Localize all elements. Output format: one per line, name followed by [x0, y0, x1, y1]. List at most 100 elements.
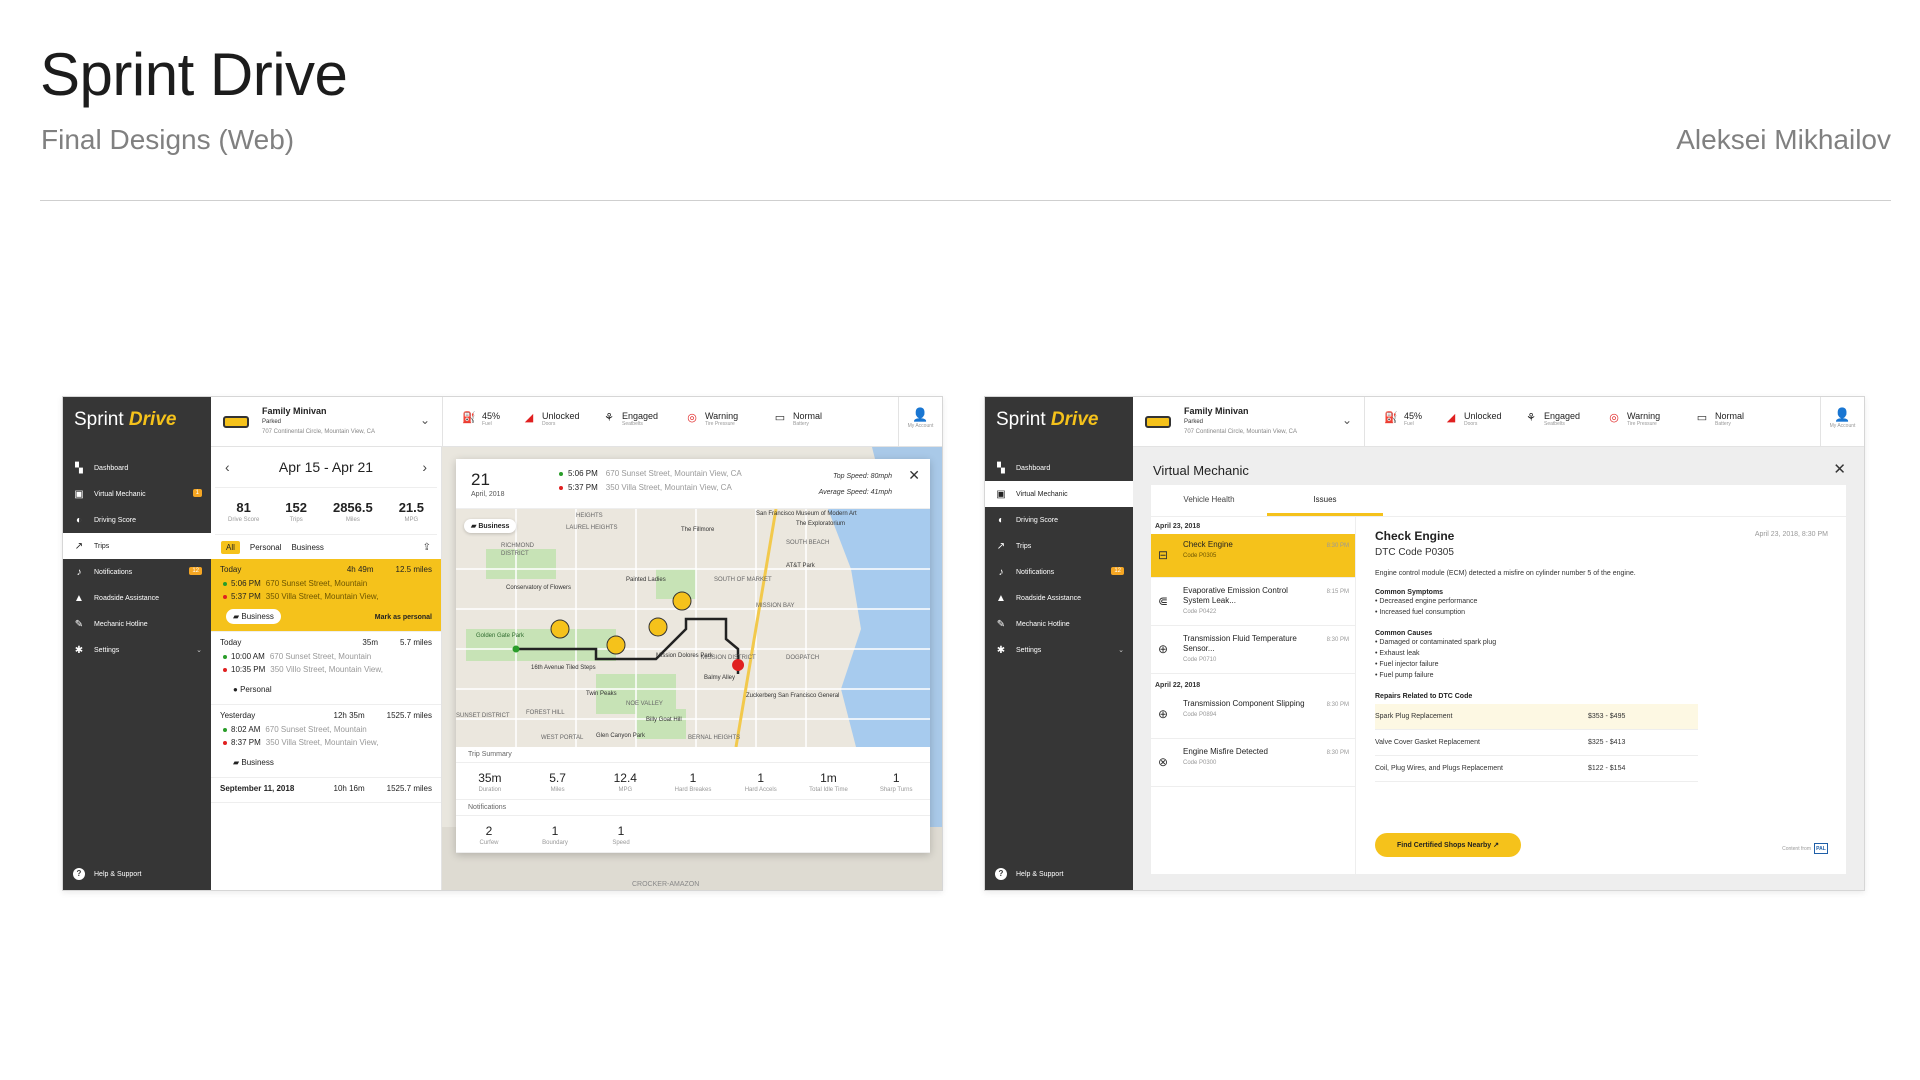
sidebar-item-settings[interactable]: ✱ Settings ⌄: [985, 637, 1133, 663]
issue-item[interactable]: ⊟ Check Engine Code P0305 8:30 PM: [1151, 534, 1355, 578]
filter-business[interactable]: Business: [291, 543, 323, 552]
battery-stat: ▭ Normal Battery: [1696, 411, 1745, 427]
start-dot: [223, 581, 227, 586]
find-shops-button[interactable]: Find Certified Shops Nearby ↗: [1375, 833, 1521, 857]
sidebar-item-mechanic-hotline[interactable]: ✎ Mechanic Hotline: [985, 611, 1133, 637]
door-icon: ◢: [1446, 412, 1456, 424]
bell-icon: ♪: [998, 566, 1004, 578]
repair-row[interactable]: Valve Cover Gasket Replacement $325 - $41…: [1375, 730, 1698, 756]
svg-text:SUNSET DISTRICT: SUNSET DISTRICT: [456, 713, 510, 719]
sidebar-item-roadside-assistance[interactable]: ▲ Roadside Assistance: [63, 585, 211, 611]
logo[interactable]: Sprint Drive: [74, 409, 176, 431]
svg-text:AT&T Park: AT&T Park: [786, 563, 816, 569]
issue-item[interactable]: ⋐ Evaporative Emission Control System Lea…: [1151, 580, 1355, 626]
doors-stat: ◢ Unlocked Doors: [522, 411, 580, 433]
map-icon: ▚: [997, 462, 1005, 474]
tab-vehicle-health[interactable]: Vehicle Health: [1151, 485, 1267, 516]
sidebar: Sprint Drive ▚ Dashboard ▣ Virtual Mechani…: [63, 397, 211, 890]
trip-item[interactable]: Today 35m 5.7 miles 10:00 AM 670 Sunset Str…: [211, 632, 441, 705]
svg-text:BERNAL HEIGHTS: BERNAL HEIGHTS: [688, 735, 740, 741]
tab-issues[interactable]: Issues: [1267, 485, 1383, 516]
route-map[interactable]: RICHMOND DISTRICT Golden Gate Park The F…: [456, 509, 930, 747]
trip-map-area[interactable]: 21 April, 2018 5:06 PM 670 Sunset Street,…: [442, 447, 942, 890]
business-tag[interactable]: ▰ Business: [226, 609, 281, 624]
trip-item[interactable]: Today 4h 49m 12.5 miles 5:06 PM 670 Sunset …: [211, 559, 441, 632]
mark-personal-link[interactable]: Mark as personal: [375, 614, 432, 621]
issue-date: April 23, 2018, 8:30 PM: [1754, 531, 1828, 538]
doors-stat: ◢ Unlocked Doors: [1444, 411, 1502, 433]
sidebar-item-virtual-mechanic[interactable]: ▣ Virtual Mechanic 1: [63, 481, 211, 507]
account-button[interactable]: 👤 My Account: [1820, 397, 1864, 447]
sidebar-item-roadside-assistance[interactable]: ▲ Roadside Assistance: [985, 585, 1133, 611]
vehicle-selector[interactable]: Family Minivan Parked 707 Continental Ci…: [211, 397, 443, 447]
vehicle-address: 707 Continental Circle, Mountain View, C…: [1184, 429, 1297, 435]
seatbelt-icon: ⚘: [604, 412, 614, 424]
svg-text:The Fillmore: The Fillmore: [681, 527, 715, 533]
sidebar-item-trips[interactable]: ↗ Trips: [63, 533, 211, 559]
sidebar-item-driving-score[interactable]: ◐ Driving Score: [63, 507, 211, 533]
page-subtitle: Final Designs (Web): [41, 124, 295, 155]
trips-screen: Sprint Drive ▚ Dashboard ▣ Virtual Mechani…: [62, 396, 943, 891]
notifications-summary: 2 Curfew 1 Boundary 1 Speed: [456, 816, 930, 853]
causes-heading: Common Causes: [1375, 630, 1433, 637]
filter-all[interactable]: All: [221, 540, 240, 554]
help-support-link[interactable]: ? Help & Support: [73, 868, 141, 880]
sidebar-item-trips[interactable]: ↗ Trips: [985, 533, 1133, 559]
logo[interactable]: Sprint Drive: [996, 409, 1098, 431]
fuel-stat: ⛽ 45% Fuel: [1384, 411, 1423, 427]
issue-item[interactable]: ⊕ Transmission Fluid Temperature Sensor..…: [1151, 628, 1355, 674]
sidebar-item-notifications[interactable]: ♪ Notifications 12: [985, 559, 1133, 585]
svg-text:MISSION BAY: MISSION BAY: [756, 603, 795, 609]
sidebar-item-dashboard[interactable]: ▚ Dashboard: [63, 455, 211, 481]
gear-icon: ✱: [74, 644, 84, 656]
help-icon: ?: [995, 868, 1007, 880]
issues-card: Vehicle Health Issues April 23, 2018 ⊟ Ch…: [1151, 485, 1846, 874]
fuel-icon: ⛽: [462, 412, 476, 424]
svg-text:Zuckerberg San Francisco Gener: Zuckerberg San Francisco General: [746, 693, 839, 699]
vehicle-selector[interactable]: Family Minivan Parked 707 Continental Ci…: [1133, 397, 1365, 447]
trip-item[interactable]: Yesterday 12h 35m 1525.7 miles 8:02 AM 670 …: [211, 705, 441, 778]
repair-row[interactable]: Spark Plug Replacement $353 - $495: [1375, 704, 1698, 730]
virtual-mechanic-screen: Sprint Drive ▚ Dashboard ▣ Virtual Mechani…: [984, 396, 1865, 891]
repairs-heading: Repairs Related to DTC Code: [1375, 693, 1473, 700]
notifications-heading: Notifications: [456, 800, 930, 816]
external-link-icon: ↗: [1493, 842, 1499, 849]
dtc-code: DTC Code P0305: [1375, 547, 1454, 558]
close-icon[interactable]: ✕: [908, 467, 920, 484]
sidebar-item-settings[interactable]: ✱ Settings ⌄: [63, 637, 211, 663]
personal-tag[interactable]: ● Personal: [226, 682, 279, 697]
svg-text:HEIGHTS: HEIGHTS: [576, 513, 603, 519]
sidebar-item-notifications[interactable]: ♪ Notifications 12: [63, 559, 211, 585]
sidebar-item-dashboard[interactable]: ▚ Dashboard: [985, 455, 1133, 481]
chevron-left-icon[interactable]: ‹: [225, 459, 230, 475]
summary-mpg: 21.5 MPG: [398, 499, 425, 523]
close-icon[interactable]: ✕: [1833, 460, 1846, 478]
battery-icon: ▭: [1696, 412, 1708, 424]
sidebar-item-driving-score[interactable]: ◐ Driving Score: [985, 507, 1133, 533]
filter-personal[interactable]: Personal: [250, 543, 282, 552]
briefcase-icon: ▰: [233, 612, 242, 621]
account-button[interactable]: 👤 My Account: [898, 397, 942, 447]
date-range: Apr 15 - Apr 21: [278, 459, 374, 475]
help-icon: ?: [73, 868, 85, 880]
svg-text:SOUTH OF MARKET: SOUTH OF MARKET: [714, 577, 772, 583]
help-support-link[interactable]: ? Help & Support: [995, 868, 1063, 880]
sidebar-item-mechanic-hotline[interactable]: ✎ Mechanic Hotline: [63, 611, 211, 637]
business-tag[interactable]: ▰ Business: [226, 755, 281, 770]
trip-item[interactable]: September 11, 2018 10h 16m 1525.7 miles: [211, 778, 441, 803]
repair-row[interactable]: Coil, Plug Wires, and Plugs Replacement $…: [1375, 756, 1698, 782]
issue-item[interactable]: ⊗ Engine Misfire Detected Code P0300 8:30 P…: [1151, 741, 1355, 787]
svg-text:DISTRICT: DISTRICT: [501, 551, 529, 557]
end-dot: [223, 740, 227, 745]
weekly-summary: 81 Drive Score 152 Trips 2856.5 Miles 21.5 M…: [215, 487, 437, 535]
route-map-graphic: RICHMOND DISTRICT Golden Gate Park The F…: [456, 509, 930, 747]
chevron-down-icon: ⌄: [196, 647, 202, 654]
business-chip[interactable]: ▰ Business: [464, 519, 517, 533]
issue-group-date: April 23, 2018: [1155, 523, 1201, 530]
sidebar-item-virtual-mechanic[interactable]: ▣ Virtual Mechanic: [985, 481, 1133, 507]
chevron-right-icon[interactable]: ›: [422, 459, 427, 475]
export-icon[interactable]: ⇪: [423, 542, 431, 553]
score-icon: ◐: [997, 514, 1005, 526]
issue-item[interactable]: ⊕ Transmission Component Slipping Code P08…: [1151, 693, 1355, 739]
summary-drive-score: 81 Drive Score: [227, 499, 260, 523]
